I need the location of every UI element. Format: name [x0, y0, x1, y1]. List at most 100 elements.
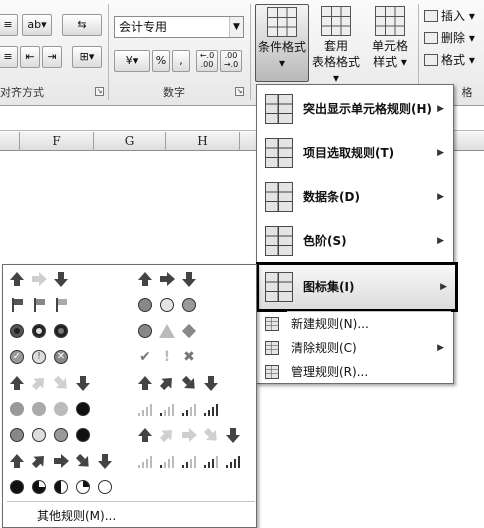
icon-set-red-to-black[interactable] [9, 399, 91, 419]
submenu-arrow-icon: ▶ [437, 148, 444, 158]
number-format-select[interactable]: 会计专用 ▼ [114, 16, 244, 38]
decrease-indent-icon[interactable]: ⇤ [20, 46, 40, 68]
cell-styles-button[interactable]: 单元格 样式 ▾ [364, 4, 416, 82]
cell-styles-label: 单元格 [371, 39, 408, 53]
signal-bars-icon [159, 401, 175, 417]
column-header-g[interactable]: G [94, 132, 166, 151]
icon-set-4-arrows[interactable] [137, 372, 219, 395]
menu-item-clear-rules[interactable]: 清除规则(C) ▶ [259, 336, 452, 360]
flag-icon [31, 297, 47, 313]
comma-button[interactable]: , [172, 50, 190, 72]
icon-set-5-arrows[interactable] [9, 451, 113, 472]
merge-center-button[interactable]: ⊞▾ [72, 46, 102, 68]
traffic-light-icon [9, 323, 25, 339]
signal-bars-icon [159, 453, 175, 469]
menu-item-highlight-rules[interactable]: 突出显示单元格规则(H) ▶ [259, 87, 452, 131]
cell-styles-icon [375, 6, 405, 36]
circle-icon [75, 401, 91, 417]
icon-set-3-arrows[interactable] [137, 269, 197, 289]
submenu-arrow-icon: ▶ [437, 192, 444, 202]
menu-item-new-rule[interactable]: 新建规则(N)... [259, 312, 452, 336]
icon-set-3-traffic-lights[interactable] [137, 295, 197, 315]
quarter-empty-icon [97, 479, 113, 495]
arrow-up-icon [137, 427, 153, 443]
decrease-decimal-button[interactable]: .00 →.0 [220, 50, 242, 72]
percent-button[interactable]: % [152, 50, 170, 72]
align-icon[interactable]: ≡ [0, 14, 18, 36]
chevron-down-icon[interactable]: ▼ [229, 17, 243, 37]
currency-button[interactable]: ¥▾ [114, 50, 150, 72]
menu-item-label: 管理规则(R)... [291, 365, 369, 379]
menu-item-color-scales[interactable]: 色阶(S) ▶ [259, 219, 452, 263]
icon-set-4-ratings[interactable] [137, 399, 219, 419]
format-as-table-button[interactable]: 套用 表格格式 ▾ [308, 4, 364, 85]
clear-rules-icon [265, 341, 279, 355]
icon-set-5-arrows-gray[interactable] [137, 425, 241, 446]
arrow-down-icon [97, 453, 113, 469]
arrow-up-right-icon [156, 372, 179, 395]
alignment-dialog-launcher[interactable]: ↘ [95, 87, 104, 96]
conditional-format-arrow: ▾ [278, 56, 286, 70]
insert-icon [424, 10, 438, 22]
cross-circle-icon: ✕ [53, 349, 69, 365]
signal-bars-icon [203, 401, 219, 417]
menu-item-label: 图标集(I) [303, 280, 355, 294]
menu-item-label: 清除规则(C) [291, 341, 357, 355]
icon-set-5-ratings[interactable] [137, 451, 241, 471]
submenu-arrow-icon: ▶ [437, 236, 444, 246]
traffic-light-icon [31, 323, 47, 339]
data-bars-icon [265, 182, 293, 212]
menu-item-label: 色阶(S) [303, 234, 347, 248]
align-left-icon[interactable]: ≡ [0, 46, 18, 68]
signal-bars-icon [181, 453, 197, 469]
icon-set-3-flags[interactable] [9, 295, 69, 315]
format-icon [424, 54, 438, 66]
increase-decimal-button[interactable]: ←.0 .00 [196, 50, 218, 72]
number-format-value: 会计专用 [119, 20, 168, 34]
icon-set-4-traffic-lights[interactable] [9, 425, 91, 445]
signal-bars-icon [137, 453, 153, 469]
quarter-one-icon [75, 479, 91, 495]
insert-button[interactable]: 插入 ▾ [424, 6, 475, 26]
flag-icon [9, 297, 25, 313]
icon-set-4-arrows-gray[interactable] [9, 372, 91, 395]
menu-item-top-bottom-rules[interactable]: 项目选取规则(T) ▶ [259, 131, 452, 175]
quarter-half-icon [53, 479, 69, 495]
icon-set-3-signs[interactable] [137, 321, 197, 341]
conditional-format-icon [267, 7, 297, 37]
menu-item-label: 突出显示单元格规则(H) [303, 102, 433, 116]
arrow-down-icon [181, 271, 197, 287]
menu-item-icon-sets[interactable]: 图标集(I) ▶ [256, 262, 458, 312]
exclamation-icon: ! [163, 349, 171, 365]
number-dialog-launcher[interactable]: ↘ [235, 87, 244, 96]
icon-set-5-quarters[interactable] [9, 477, 113, 497]
icon-set-3-traffic-lights-rimmed[interactable] [9, 321, 69, 341]
format-button[interactable]: 格式 ▾ [424, 50, 475, 70]
wrap-text-button[interactable]: ⇆ [62, 14, 102, 36]
signal-bars-icon [137, 401, 153, 417]
traffic-light-icon [53, 323, 69, 339]
alignment-group-label: 对齐方式 [0, 86, 44, 99]
menu-item-data-bars[interactable]: 数据条(D) ▶ [259, 175, 452, 219]
circle-icon [137, 297, 153, 313]
column-header[interactable] [0, 132, 20, 151]
icon-set-3-symbols[interactable]: ✔ ! ✖ [137, 347, 197, 367]
menu-item-manage-rules[interactable]: 管理规则(R)... [259, 360, 452, 384]
column-header-f[interactable]: F [20, 132, 94, 151]
conditional-format-button[interactable]: 条件格式 ▾ [255, 4, 309, 82]
increase-indent-icon[interactable]: ⇥ [42, 46, 62, 68]
conditional-format-menu: 突出显示单元格规则(H) ▶ 项目选取规则(T) ▶ 数据条(D) ▶ 色阶(S… [256, 84, 458, 384]
format-as-table-label2: 表格格式 ▾ [311, 55, 360, 85]
arrow-up-right-icon [28, 372, 51, 395]
submenu-arrow-icon: ▶ [437, 104, 444, 114]
format-as-table-icon [321, 6, 351, 36]
delete-icon [424, 32, 438, 44]
delete-button[interactable]: 删除 ▾ [424, 28, 475, 48]
icon-sets-submenu: ✓ ! ✕ ✔ ! ✖ 其他规则(M)... [2, 264, 257, 528]
icon-set-3-arrows-gray[interactable] [9, 269, 69, 289]
icon-set-3-symbols-circled[interactable]: ✓ ! ✕ [9, 347, 69, 367]
column-header-h[interactable]: H [166, 132, 240, 151]
more-rules-item[interactable]: 其他规则(M)... [37, 507, 116, 524]
orientation-button[interactable]: ab▾ [22, 14, 52, 36]
menu-item-label: 项目选取规则(T) [303, 146, 395, 160]
